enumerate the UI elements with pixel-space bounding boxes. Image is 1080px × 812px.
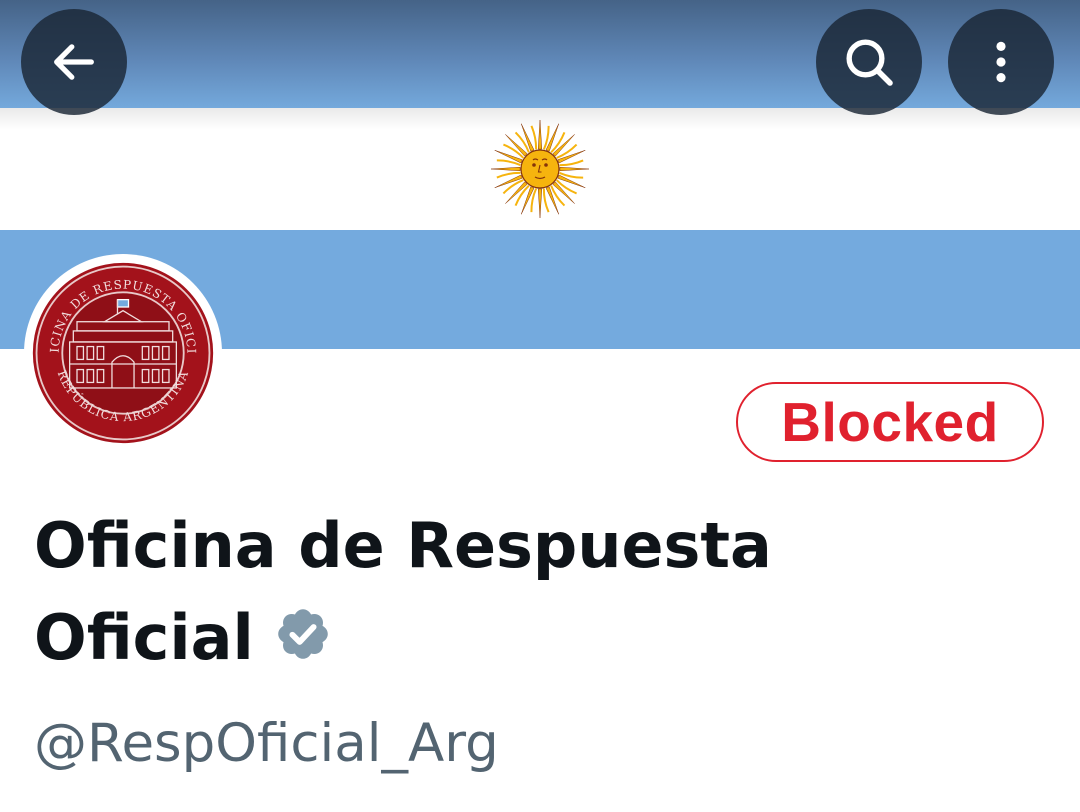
- more-vertical-icon: [996, 41, 1006, 83]
- sun-ray: [490, 166, 521, 172]
- back-button[interactable]: [21, 9, 127, 115]
- profile-handle: @RespOficial_Arg: [34, 713, 499, 774]
- more-options-button[interactable]: [948, 9, 1054, 115]
- profile-display-name: Oficina de Respuesta Oficial: [34, 500, 934, 684]
- blocked-button[interactable]: Blocked: [736, 382, 1044, 462]
- display-name-line2-wrap: Oficial: [34, 592, 934, 684]
- sun-of-may-icon: [490, 119, 590, 219]
- profile-page: OFICINA DE RESPUESTA OFICIAL REPÚBLICA A…: [0, 0, 1080, 812]
- verified-badge-icon[interactable]: [274, 605, 332, 663]
- search-icon: [846, 39, 893, 86]
- search-button[interactable]: [816, 9, 922, 115]
- sun-ray: [559, 166, 590, 172]
- arrow-left-icon: [54, 44, 94, 80]
- display-name-line2: Oficial: [34, 601, 254, 674]
- display-name-line1: Oficina de Respuesta: [34, 509, 772, 582]
- seal-logo-icon: OFICINA DE RESPUESTA OFICIAL REPÚBLICA A…: [31, 261, 214, 444]
- sun-ray: [537, 119, 543, 150]
- sun-ray: [537, 188, 543, 219]
- avatar[interactable]: OFICINA DE RESPUESTA OFICIAL REPÚBLICA A…: [24, 254, 222, 452]
